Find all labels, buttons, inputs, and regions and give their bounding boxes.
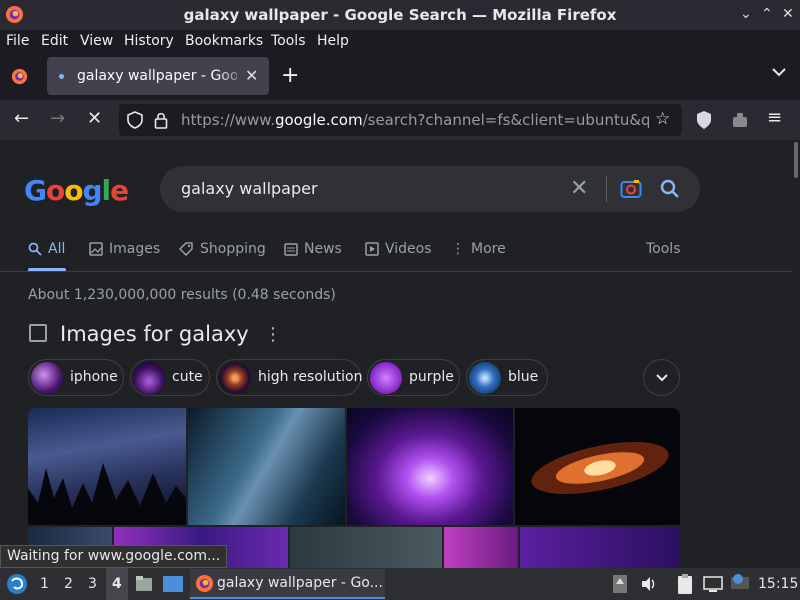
firefox-view-icon[interactable]	[11, 68, 28, 85]
tab-active[interactable]: galaxy wallpaper - Google Search ✕	[47, 57, 269, 95]
images-section-heading[interactable]: Images for galaxy	[60, 322, 249, 346]
spiral-galaxy	[531, 442, 669, 494]
tools-button[interactable]: Tools	[646, 241, 681, 257]
chip-thumbnail	[219, 362, 251, 394]
google-logo[interactable]: Google	[24, 174, 129, 207]
url-bar[interactable]: https://www.google.com/search?channel=fs…	[119, 104, 682, 136]
search-icon[interactable]	[660, 179, 680, 199]
tag-icon	[179, 241, 193, 256]
image-result-8[interactable]	[444, 527, 518, 568]
volume-icon[interactable]	[640, 575, 658, 593]
menu-view[interactable]: View	[80, 33, 113, 49]
tab-strip: galaxy wallpaper - Google Search ✕ +	[0, 52, 800, 100]
chip-purple[interactable]: purple	[367, 359, 460, 396]
tab-more[interactable]: ⋮ More	[451, 241, 506, 257]
result-stats: About 1,230,000,000 results (0.48 second…	[28, 287, 336, 303]
image-icon	[89, 242, 103, 256]
tab-videos[interactable]: Videos	[365, 241, 432, 257]
divider	[0, 271, 792, 272]
bookmark-star-icon[interactable]: ☆	[655, 109, 670, 129]
close-tab-icon[interactable]: ✕	[245, 66, 258, 85]
more-options-icon[interactable]: ⋮	[264, 324, 282, 345]
window-title: galaxy wallpaper - Google Search — Mozil…	[183, 6, 617, 24]
tab-title: galaxy wallpaper - Google Search	[77, 68, 237, 84]
new-tab-icon[interactable]: +	[281, 63, 299, 88]
menu-tools[interactable]: Tools	[271, 33, 306, 49]
tab-news[interactable]: News	[284, 241, 342, 257]
chip-thumbnail	[31, 362, 63, 394]
task-label: galaxy wallpaper - Go...	[217, 575, 383, 591]
status-text: Waiting for www.google.com...	[0, 545, 228, 568]
menu-hamburger-icon[interactable]: ≡	[767, 107, 782, 128]
clear-search-icon[interactable]: ✕	[570, 176, 588, 201]
image-result-2[interactable]	[188, 408, 345, 525]
shield-icon[interactable]	[127, 111, 143, 129]
scroll-tray-icon[interactable]	[612, 574, 628, 594]
forward-icon[interactable]: →	[50, 108, 65, 129]
chip-thumbnail	[133, 362, 165, 394]
url-text[interactable]: https://www.google.com/search?channel=fs…	[181, 111, 649, 129]
navigation-toolbar: ← → ✕ https://www.google.com/search?chan…	[0, 100, 800, 140]
network-icon[interactable]	[703, 574, 723, 594]
play-icon	[365, 242, 379, 256]
taskbar-firefox-task[interactable]: galaxy wallpaper - Go...	[190, 569, 385, 599]
file-manager-icon[interactable]	[134, 574, 154, 594]
search-input[interactable]: galaxy wallpaper	[181, 179, 318, 198]
start-menu-icon[interactable]	[6, 573, 28, 595]
more-vert-icon: ⋮	[451, 241, 465, 257]
close-window-icon[interactable]: ✕	[782, 6, 794, 22]
menu-edit[interactable]: Edit	[41, 33, 68, 49]
page-scrollbar[interactable]	[792, 140, 800, 568]
chip-cute[interactable]: cute	[130, 359, 210, 396]
scrollbar-thumb[interactable]	[794, 142, 798, 178]
news-icon	[284, 242, 298, 256]
chevron-down-icon	[656, 374, 668, 382]
clipboard-icon[interactable]	[676, 573, 694, 595]
search-box[interactable]: galaxy wallpaper ✕	[160, 166, 700, 212]
menu-bar: File Edit View History Bookmarks Tools H…	[0, 30, 800, 52]
maximize-icon[interactable]: ⌃	[761, 6, 773, 22]
image-result-1[interactable]	[28, 408, 186, 525]
taskbar: 1 2 3 4 galaxy wallpaper - Go... 15:15	[0, 568, 800, 600]
tab-all[interactable]: All	[28, 241, 65, 257]
menu-file[interactable]: File	[6, 33, 29, 49]
camera-lens-icon[interactable]	[620, 179, 642, 199]
tree-silhouette	[28, 463, 186, 525]
menu-bookmarks[interactable]: Bookmarks	[185, 33, 263, 49]
stop-icon[interactable]: ✕	[87, 108, 102, 129]
workspace-3[interactable]: 3	[88, 576, 97, 592]
firefox-icon	[195, 574, 214, 593]
page-content: Google galaxy wallpaper ✕ All Images Sho	[0, 140, 792, 568]
chip-blue[interactable]: blue	[466, 359, 548, 396]
menu-help[interactable]: Help	[317, 33, 349, 49]
menu-history[interactable]: History	[124, 33, 174, 49]
chip-iphone[interactable]: iphone	[28, 359, 124, 396]
list-all-tabs-icon[interactable]	[771, 66, 787, 78]
ublock-shield-icon[interactable]	[696, 110, 712, 130]
image-result-7[interactable]	[290, 527, 442, 568]
image-result-9[interactable]	[520, 527, 680, 568]
search-icon	[28, 242, 42, 256]
image-result-3[interactable]	[347, 408, 513, 525]
window-titlebar: galaxy wallpaper - Google Search — Mozil…	[0, 0, 800, 30]
chip-high-resolution[interactable]: high resolution	[216, 359, 362, 396]
image-icon	[29, 324, 47, 342]
lock-icon[interactable]	[154, 111, 168, 129]
minimize-icon[interactable]: ⌄	[740, 6, 752, 22]
back-icon[interactable]: ←	[14, 108, 29, 129]
extensions-icon[interactable]	[731, 111, 749, 129]
chips-next-button[interactable]	[643, 359, 680, 396]
chip-thumbnail	[370, 362, 402, 394]
tab-shopping[interactable]: Shopping	[179, 241, 266, 257]
workspace-4[interactable]: 4	[106, 568, 128, 600]
show-desktop-icon[interactable]	[162, 574, 184, 594]
clock[interactable]: 15:15	[758, 576, 798, 592]
tab-images[interactable]: Images	[89, 241, 160, 257]
chip-thumbnail	[469, 362, 501, 394]
update-notifier-icon[interactable]	[730, 573, 750, 593]
workspace-2[interactable]: 2	[64, 576, 73, 592]
image-result-4[interactable]	[515, 408, 680, 525]
workspace-1[interactable]: 1	[40, 576, 49, 592]
tab-loading-icon	[59, 74, 64, 79]
